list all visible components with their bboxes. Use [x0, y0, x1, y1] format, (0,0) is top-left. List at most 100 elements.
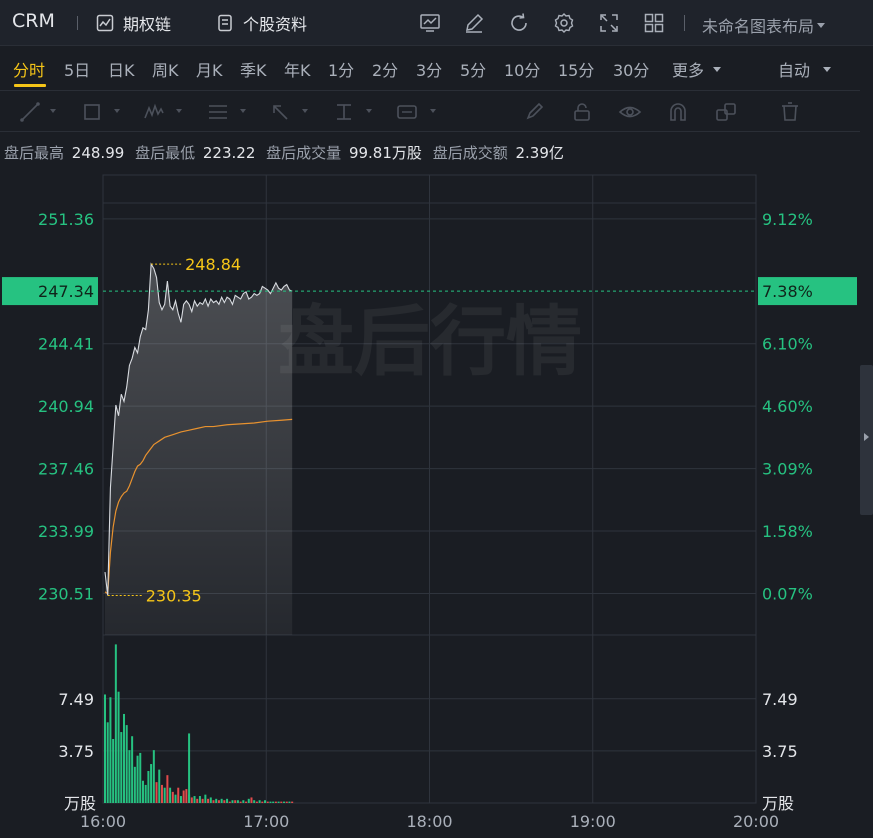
high-value: 248.99	[71, 144, 125, 162]
volume-bar	[288, 801, 291, 803]
volume-bar	[280, 801, 283, 803]
volume-bar	[125, 725, 128, 803]
volume-bar	[226, 798, 229, 803]
volume-bar	[242, 800, 245, 803]
side-panel-toggle[interactable]	[860, 365, 873, 515]
period-tab-2min[interactable]: 2分	[372, 57, 398, 81]
arrow-tool-icon[interactable]	[268, 100, 292, 124]
time-tick-label: 16:00	[80, 812, 126, 831]
period-tab-5day[interactable]: 5日	[64, 57, 90, 81]
period-tab-monthly[interactable]: 月K	[196, 57, 223, 81]
refresh-icon[interactable]	[507, 11, 531, 35]
magnet-icon[interactable]	[666, 100, 690, 124]
volume-bar	[131, 736, 134, 803]
stock-profile-label: 个股资料	[243, 15, 308, 34]
wave-tool-icon[interactable]	[142, 100, 166, 124]
volume-bar	[174, 794, 177, 803]
period-tab-3min[interactable]: 3分	[416, 57, 442, 81]
period-tab-5min[interactable]: 5分	[460, 57, 486, 81]
volume-bar	[207, 798, 210, 803]
layout-name: 未命名图表布局	[702, 17, 815, 36]
trash-icon[interactable]	[778, 100, 802, 124]
volume-tick-label: 7.49	[58, 690, 94, 709]
volume-bars	[104, 644, 294, 803]
volume-bar	[209, 797, 212, 803]
pct-tick-label: 3.09%	[762, 460, 813, 479]
volume-bar	[104, 694, 106, 803]
time-tick-label: 19:00	[570, 812, 616, 831]
volume-bar	[228, 801, 231, 803]
period-tab-daily[interactable]: 日K	[108, 57, 135, 81]
auto-label: 自动	[778, 61, 811, 80]
volume-bar	[120, 732, 123, 803]
volume-bar	[193, 796, 196, 803]
line-tool-icon[interactable]	[18, 100, 42, 124]
volume-bar	[117, 691, 120, 803]
text-marker-icon[interactable]	[332, 100, 356, 124]
volume-bar	[128, 750, 131, 803]
ticker-symbol[interactable]: CRM	[12, 10, 55, 32]
period-more-dropdown[interactable]: 更多	[672, 57, 722, 81]
volume-bar	[198, 796, 201, 803]
volume-bar	[283, 801, 286, 803]
fullscreen-icon[interactable]	[597, 11, 621, 35]
eye-icon[interactable]	[618, 100, 642, 124]
scale-auto-dropdown[interactable]: 自动	[778, 57, 832, 81]
period-tab-quarterly[interactable]: 季K	[240, 57, 267, 81]
high-label: 盘后最高	[4, 144, 65, 162]
volume-bar	[266, 801, 269, 803]
period-tab-1min[interactable]: 1分	[328, 57, 354, 81]
caret-down-icon	[366, 109, 372, 113]
price-tick-label: 237.46	[38, 460, 94, 479]
rect-tool-icon[interactable]	[80, 100, 104, 124]
fib-tool-icon[interactable]	[206, 100, 230, 124]
options-chain-button[interactable]: 期权链	[95, 11, 171, 35]
price-tick-label: 251.36	[38, 210, 94, 229]
period-tab-10min[interactable]: 10分	[504, 57, 540, 81]
period-tab-15min[interactable]: 15分	[558, 57, 594, 81]
caret-down-icon	[50, 109, 56, 113]
pct-tick-label: 0.07%	[762, 584, 813, 603]
lock-icon[interactable]	[570, 100, 594, 124]
grid-icon[interactable]	[642, 11, 666, 35]
volume-bar	[196, 798, 199, 803]
volume-bar	[147, 771, 150, 803]
volume-bar	[253, 800, 256, 803]
volume-bar	[139, 752, 142, 803]
volume-bar	[223, 800, 226, 803]
period-tab-30min[interactable]: 30分	[613, 57, 649, 81]
stock-profile-button[interactable]: 个股资料	[215, 11, 307, 35]
volume-bar	[250, 797, 253, 803]
volume-bar	[141, 780, 144, 803]
volume-unit-label: 万股	[762, 794, 794, 813]
volume-bar	[212, 800, 215, 803]
period-tab-yearly[interactable]: 年K	[284, 57, 311, 81]
options-chain-icon	[96, 14, 114, 32]
label-tool-icon[interactable]	[395, 100, 419, 124]
volume-bar	[158, 769, 161, 803]
period-bar: 分时 5日 日K 周K 月K 季K 年K 1分 2分 3分 5分 10分 15分…	[0, 46, 860, 90]
period-tab-weekly[interactable]: 周K	[152, 57, 179, 81]
time-tick-label: 18:00	[406, 812, 452, 831]
volume-bar	[236, 800, 239, 803]
chart-icon[interactable]	[418, 11, 442, 35]
volume-value: 99.81万股	[348, 144, 422, 162]
document-icon	[218, 14, 232, 32]
volume-bar	[231, 800, 234, 803]
volume-bar	[245, 801, 248, 803]
low-value: 223.22	[202, 144, 256, 162]
layout-selector[interactable]: 未命名图表布局	[702, 13, 826, 37]
price-tick-label: 244.41	[38, 335, 94, 354]
layers-icon[interactable]	[714, 100, 738, 124]
volume-bar	[136, 755, 139, 803]
volume-unit-label: 万股	[64, 794, 96, 813]
pen-icon[interactable]	[462, 11, 486, 35]
brush-icon[interactable]	[522, 100, 546, 124]
volume-bar	[169, 787, 172, 803]
period-tab-intraday[interactable]: 分时	[13, 57, 45, 81]
volume-bar	[185, 789, 188, 803]
intraday-chart[interactable]: 盘后行情 248.84 230.35 251.36 247.34 244.41 240.…	[0, 170, 873, 838]
current-pct-value: 7.38%	[762, 282, 813, 301]
gear-icon[interactable]	[552, 11, 576, 35]
volume-bar	[274, 801, 277, 803]
